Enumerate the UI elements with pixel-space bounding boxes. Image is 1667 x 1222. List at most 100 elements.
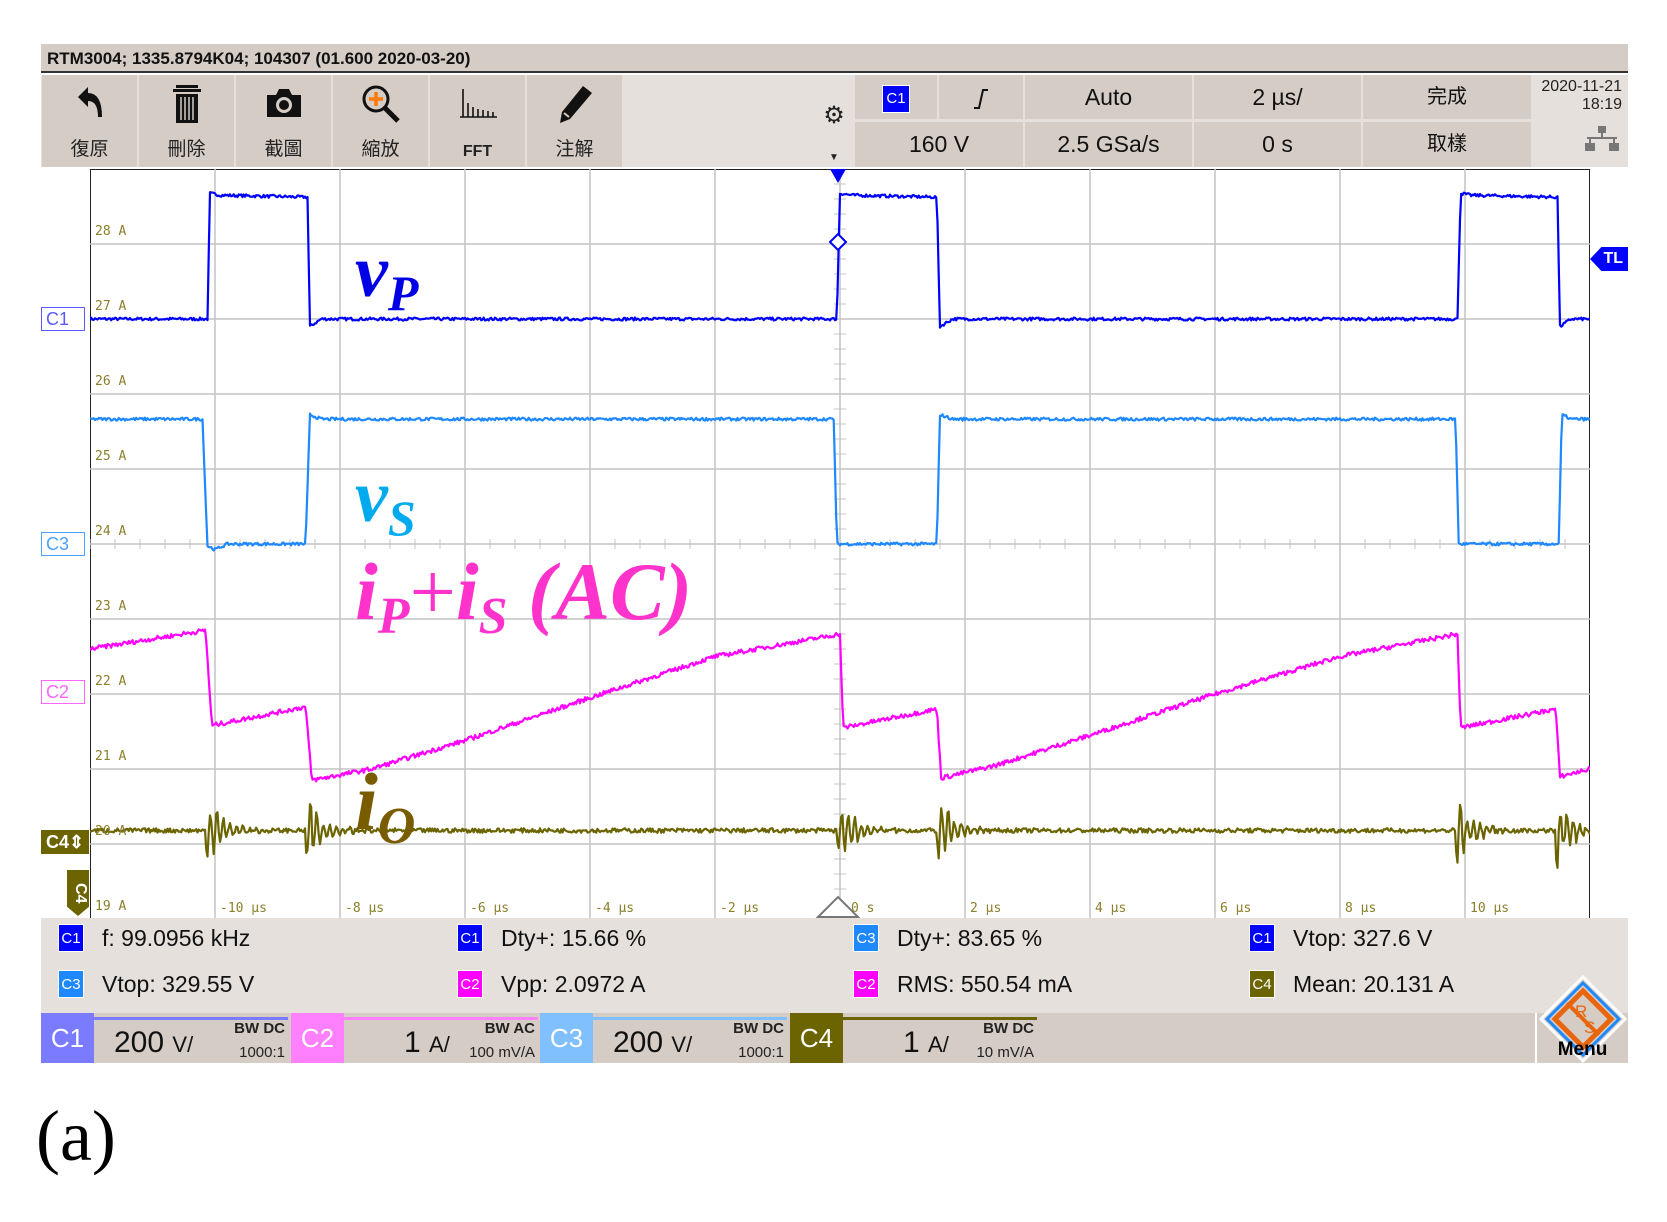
measurement-item[interactable]: C1 f: 99.0956 kHz <box>58 924 250 952</box>
c1-offset-marker[interactable]: C1 <box>41 307 85 331</box>
dropdown-arrow-icon: ▼ <box>829 152 839 163</box>
settings-button[interactable]: ⚙ ▼ <box>815 75 853 167</box>
measurement-value: RMS: 550.54 mA <box>897 970 1073 997</box>
x-tick-label: 6 µs <box>1220 901 1252 916</box>
measurement-item[interactable]: C2 Vpp: 2.0972 A <box>457 970 646 998</box>
undo-button[interactable]: 復原 <box>42 75 137 167</box>
x-tick-label: 4 µs <box>1095 901 1127 916</box>
network-icon <box>1585 126 1619 151</box>
channel-settings-c3[interactable]: 200 V/BW DC 1000:1 <box>593 1017 787 1063</box>
figure-caption: (a) <box>36 1096 116 1176</box>
measurement-value: Vpp: 2.0972 A <box>501 970 646 997</box>
vertical-scale: 1 <box>903 1026 920 1059</box>
vertical-unit: V/ <box>671 1032 693 1057</box>
probe-ratio: 100 mV/A <box>469 1044 535 1061</box>
x-tick-label: 10 µs <box>1470 901 1510 916</box>
measurement-channel-chip: C1 <box>1249 924 1275 952</box>
fft-button[interactable]: FFT <box>430 75 525 167</box>
measurement-value: f: 99.0956 kHz <box>102 924 251 951</box>
delete-button[interactable]: 刪除 <box>139 75 234 167</box>
y-tick-label: 27 A <box>95 299 127 314</box>
y-tick-label: 24 A <box>95 524 127 539</box>
sample-rate[interactable]: 2.5 GSa/s <box>1025 122 1192 167</box>
channel-tab-c4[interactable]: C4 <box>790 1013 843 1063</box>
channel-tab-c3[interactable]: C3 <box>540 1013 593 1063</box>
channel-settings-c4[interactable]: 1 A/BW DC 10 mV/A <box>843 1017 1037 1063</box>
y-tick-label: 26 A <box>95 374 127 389</box>
toolbar: 復原 刪除 截圖 縮放 FFT 注解 ⚙ ▼ C1 Auto 2 µs/ 完成 … <box>41 75 1628 167</box>
measurement-channel-chip: C1 <box>457 924 483 952</box>
vertical-unit: V/ <box>172 1032 194 1057</box>
trash-icon <box>172 85 201 123</box>
c2-offset-marker[interactable]: C2 <box>41 680 85 704</box>
channel-settings-c1[interactable]: 200 V/BW DC 1000:1 <box>94 1017 288 1063</box>
screenshot-button[interactable]: 截圖 <box>236 75 331 167</box>
measurement-value: Mean: 20.131 A <box>1293 970 1455 997</box>
measurement-channel-chip: C2 <box>853 970 879 998</box>
trigger-source-chip: C1 <box>882 84 910 113</box>
measurement-item[interactable]: C3 Vtop: 329.55 V <box>58 970 254 998</box>
trigger-level[interactable]: 160 V <box>855 122 1023 167</box>
zoom-label: 縮放 <box>361 139 400 160</box>
zoom-icon <box>362 85 400 123</box>
trigger-level-marker[interactable]: TL <box>1590 247 1628 271</box>
measurement-item[interactable]: C1 Vtop: 327.6 V <box>1249 924 1432 952</box>
measurement-channel-chip: C3 <box>58 970 84 998</box>
vertical-scale: 200 <box>613 1026 664 1059</box>
time: 18:19 <box>1581 96 1622 113</box>
vp-annotation: vP <box>355 231 419 321</box>
c1-marker-label: C1 <box>46 309 70 329</box>
channel-settings-c2[interactable]: 1 A/BW AC 100 mV/A <box>344 1017 538 1063</box>
measurement-panel: C1 f: 99.0956 kHz C1 Dty+: 15.66 % C3 Dty+: 8… <box>41 918 1628 1013</box>
measurement-item[interactable]: C3 Dty+: 83.65 % <box>853 924 1042 952</box>
c3-marker-label: C3 <box>46 534 70 554</box>
channel-tab-c1[interactable]: C1 <box>41 1013 94 1063</box>
vs-annotation: vS <box>355 456 416 546</box>
c4-trigger-marker[interactable]: C4 <box>67 870 89 916</box>
measurement-channel-chip: C3 <box>853 924 879 952</box>
gear-icon: ⚙ <box>823 102 845 129</box>
menu-label: Menu <box>1557 1039 1608 1060</box>
trigger-level-diamond <box>828 232 847 251</box>
zoom-button[interactable]: 縮放 <box>333 75 428 167</box>
datetime: 2020-11-21 18:19 <box>1533 75 1628 167</box>
measurement-value: Dty+: 83.65 % <box>897 924 1043 951</box>
measurement-value: Dty+: 15.66 % <box>501 924 647 951</box>
annotate-button[interactable]: 注解 <box>527 75 622 167</box>
bandwidth-coupling: BW AC <box>484 1020 535 1037</box>
trigger-source[interactable]: C1 <box>855 75 937 119</box>
channel-tab-c2[interactable]: C2 <box>291 1013 344 1063</box>
x-tick-label: -4 µs <box>595 901 635 916</box>
measurement-channel-chip: C1 <box>58 924 84 952</box>
measurement-item[interactable]: C1 Dty+: 15.66 % <box>457 924 646 952</box>
x-tick-label: 8 µs <box>1345 901 1377 916</box>
instrument-info: RTM3004; 1335.8794K04; 104307 (01.600 20… <box>47 49 471 68</box>
title-bar: RTM3004; 1335.8794K04; 104307 (01.600 20… <box>41 44 1628 73</box>
acquisition-mode[interactable]: 取樣 <box>1363 122 1531 167</box>
vertical-scale: 200 <box>114 1026 165 1059</box>
fft-icon <box>459 89 497 118</box>
c3-offset-marker[interactable]: C3 <box>41 532 85 556</box>
y-tick-label: 20 A <box>95 824 127 839</box>
vertical-unit: A/ <box>429 1032 450 1057</box>
bandwidth-coupling: BW DC <box>983 1020 1034 1037</box>
camera-icon <box>266 89 301 117</box>
vertical-scale: 1 <box>404 1026 421 1059</box>
measurement-value: Vtop: 329.55 V <box>102 970 255 997</box>
horizontal-position[interactable]: 0 s <box>1194 122 1361 167</box>
menu-button[interactable]: RS Menu <box>1535 974 1628 1064</box>
vertical-unit: A/ <box>928 1032 949 1057</box>
waveform-display[interactable]: 28 A 27 A 26 A 25 A 24 A 23 A 22 A 21 A 20 A 19 A… <box>89 168 1590 919</box>
timebase[interactable]: 2 µs/ <box>1194 75 1361 119</box>
trigger-slope[interactable] <box>939 75 1023 119</box>
screenshot-label: 截圖 <box>264 139 303 160</box>
x-tick-label: -8 µs <box>345 901 385 916</box>
trigger-mode[interactable]: Auto <box>1025 75 1192 119</box>
annotate-label: 注解 <box>555 139 594 160</box>
measurement-item[interactable]: C2 RMS: 550.54 mA <box>853 970 1072 998</box>
waveform-canvas <box>89 168 1590 919</box>
io-annotation: iO <box>355 756 416 855</box>
c4-offset-marker[interactable]: C4⇕ <box>41 830 89 854</box>
run-status[interactable]: 完成 <box>1363 75 1531 119</box>
measurement-item[interactable]: C4 Mean: 20.131 A <box>1249 970 1454 998</box>
